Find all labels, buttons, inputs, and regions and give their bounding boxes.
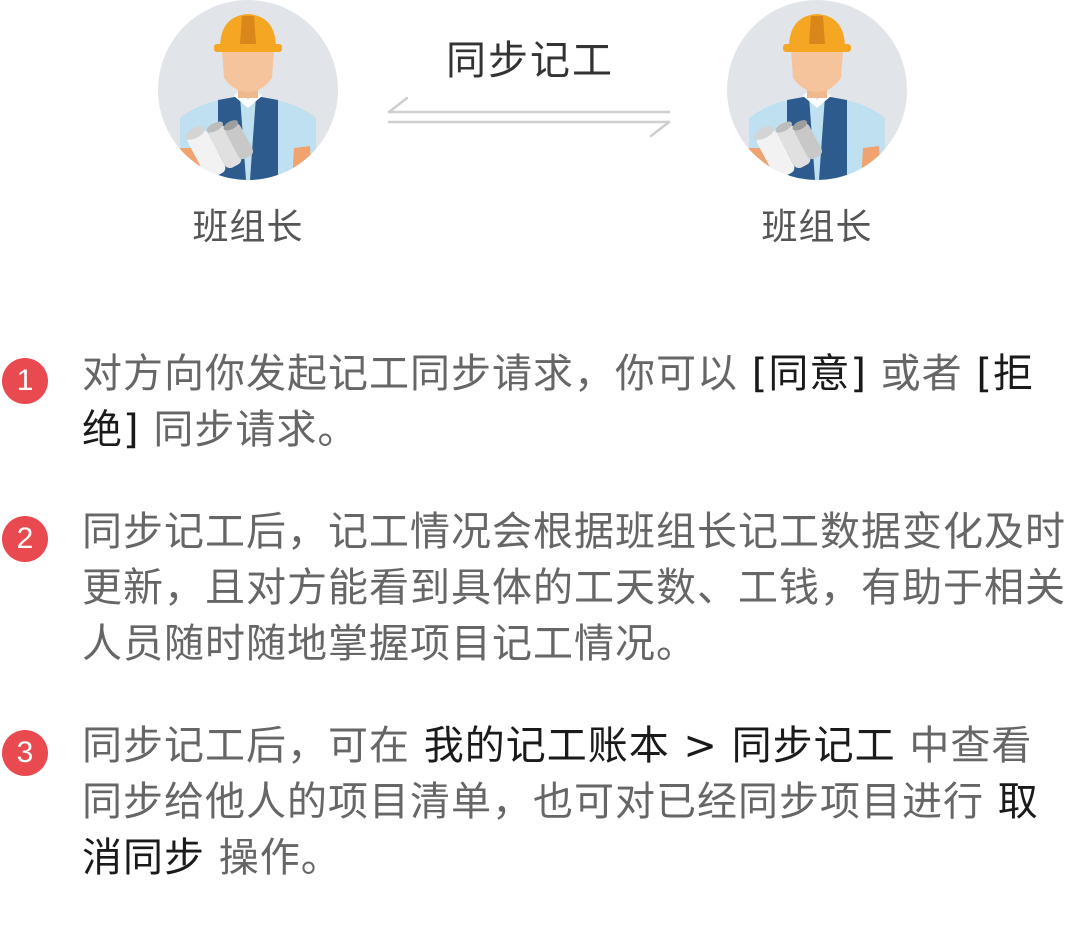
step-text: 同步记工后，记工情况会根据班组长记工数据变化及时更新，且对方能看到具体的工天数、… — [82, 504, 1066, 672]
right-worker: 班组长 — [727, 0, 907, 250]
agree-keyword: [同意] — [751, 351, 867, 397]
steps-list: 1 对方向你发起记工同步请求，你可以 [同意] 或者 [拒绝] 同步请求。 2 … — [0, 346, 1070, 932]
step-text: 对方向你发起记工同步请求，你可以 [同意] 或者 [拒绝] 同步请求。 — [82, 346, 1066, 458]
construction-worker-avatar-icon — [727, 0, 907, 180]
step-number-badge: 1 — [2, 358, 48, 404]
step-item: 1 对方向你发起记工同步请求，你可以 [同意] 或者 [拒绝] 同步请求。 — [0, 346, 1070, 458]
right-role-label: 班组长 — [761, 207, 873, 248]
left-role-label: 班组长 — [192, 207, 304, 248]
ledger-path-keyword: 我的记工账本 > 同步记工 — [423, 723, 896, 769]
step-text-part: 同步记工后，记工情况会根据班组长记工数据变化及时更新，且对方能看到具体的工天数、… — [82, 509, 1066, 667]
step-item: 2 同步记工后，记工情况会根据班组长记工数据变化及时更新，且对方能看到具体的工天… — [0, 504, 1070, 672]
step-text-part: 同步请求。 — [139, 407, 359, 453]
step-text: 同步记工后，可在 我的记工账本 > 同步记工 中查看同步给他人的项目清单，也可对… — [82, 718, 1066, 886]
step-number-badge: 3 — [2, 730, 48, 776]
step-text-part: 对方向你发起记工同步请求，你可以 — [82, 351, 752, 397]
step-text-part: 同步记工后，可在 — [82, 723, 424, 769]
step-number-badge: 2 — [2, 516, 48, 562]
step-item: 3 同步记工后，可在 我的记工账本 > 同步记工 中查看同步给他人的项目清单，也… — [0, 718, 1070, 886]
bidirectional-arrows-icon — [387, 96, 671, 138]
step-text-part: 操作。 — [205, 835, 342, 881]
sync-indicator: 同步记工 — [380, 28, 680, 144]
construction-worker-avatar-icon — [158, 0, 338, 180]
sync-title: 同步记工 — [446, 38, 614, 84]
step-text-part: 或者 — [866, 351, 977, 397]
left-worker: 班组长 — [158, 0, 338, 250]
